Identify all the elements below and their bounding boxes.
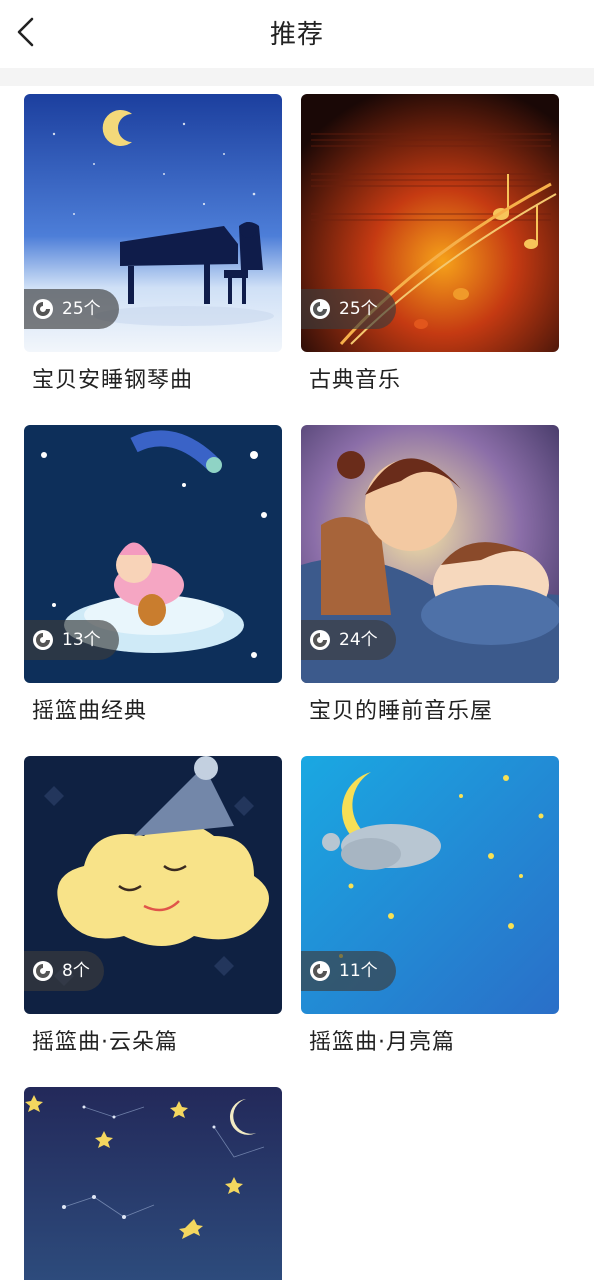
track-count-badge: 8个 — [24, 951, 104, 991]
play-count-icon — [309, 629, 331, 651]
track-count-badge: 24个 — [301, 620, 396, 660]
track-count: 13个 — [62, 630, 101, 650]
track-count: 11个 — [339, 961, 378, 981]
album-title: 摇篮曲·月亮篇 — [309, 1030, 455, 1055]
album-card[interactable] — [24, 1087, 282, 1280]
album-title: 宝贝安睡钢琴曲 — [32, 368, 194, 393]
track-count: 24个 — [339, 630, 378, 650]
track-count-badge: 25个 — [301, 289, 396, 329]
album-title: 古典音乐 — [309, 368, 402, 393]
album-card[interactable]: 25个 宝贝安睡钢琴曲 — [24, 94, 282, 393]
track-count-badge: 11个 — [301, 951, 396, 991]
header-divider — [0, 68, 594, 86]
album-cover: 11个 — [301, 756, 559, 1014]
album-cover: 24个 — [301, 425, 559, 683]
top-bar: 推荐 — [0, 0, 594, 68]
play-count-icon — [32, 629, 54, 651]
play-count-icon — [32, 960, 54, 982]
album-title: 摇篮曲经典 — [32, 699, 148, 724]
play-count-icon — [309, 298, 331, 320]
album-cover: 8个 — [24, 756, 282, 1014]
album-card[interactable]: 25个 古典音乐 — [301, 94, 559, 393]
track-count: 25个 — [62, 299, 101, 319]
album-title: 摇篮曲·云朵篇 — [32, 1030, 178, 1055]
play-count-icon — [32, 298, 54, 320]
album-cover: 13个 — [24, 425, 282, 683]
album-title: 宝贝的睡前音乐屋 — [309, 699, 494, 724]
play-count-icon — [309, 960, 331, 982]
track-count: 25个 — [339, 299, 378, 319]
track-count-badge: 13个 — [24, 620, 119, 660]
track-count: 8个 — [62, 961, 90, 981]
app-screen: 推荐 25个 宝贝安睡钢琴曲 25个 古典音乐 13个 摇篮曲经典 24个 宝贝… — [0, 0, 594, 1280]
album-cover: 25个 — [24, 94, 282, 352]
album-cover: 25个 — [301, 94, 559, 352]
album-card[interactable]: 13个 摇篮曲经典 — [24, 425, 282, 724]
album-card[interactable]: 24个 宝贝的睡前音乐屋 — [301, 425, 559, 724]
album-card[interactable]: 11个 摇篮曲·月亮篇 — [301, 756, 559, 1055]
album-cover — [24, 1087, 282, 1280]
album-card[interactable]: 8个 摇篮曲·云朵篇 — [24, 756, 282, 1055]
track-count-badge: 25个 — [24, 289, 119, 329]
page-title: 推荐 — [269, 20, 324, 50]
